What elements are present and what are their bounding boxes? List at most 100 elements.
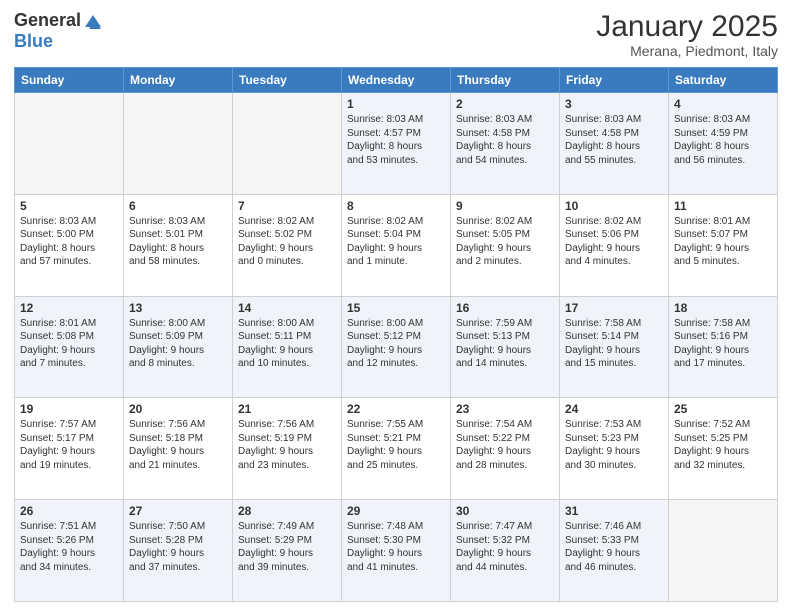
day-info: Sunrise: 8:03 AM Sunset: 4:58 PM Dayligh…: [456, 113, 554, 167]
day-number: 10: [565, 199, 663, 213]
day-info: Sunrise: 8:03 AM Sunset: 5:00 PM Dayligh…: [20, 215, 118, 269]
calendar-row-3: 19 Sunrise: 7:57 AM Sunset: 5:17 PM Dayli…: [15, 398, 778, 500]
day-number: 12: [20, 301, 118, 315]
calendar-cell: 5 Sunrise: 8:03 AM Sunset: 5:00 PM Daylig…: [15, 194, 124, 296]
calendar-cell: [669, 500, 778, 602]
day-info: Sunrise: 7:59 AM Sunset: 5:13 PM Dayligh…: [456, 317, 554, 371]
day-number: 15: [347, 301, 445, 315]
day-number: 20: [129, 402, 227, 416]
day-number: 26: [20, 504, 118, 518]
day-number: 14: [238, 301, 336, 315]
weekday-header-sunday: Sunday: [15, 68, 124, 93]
weekday-header-saturday: Saturday: [669, 68, 778, 93]
day-info: Sunrise: 8:03 AM Sunset: 4:59 PM Dayligh…: [674, 113, 772, 167]
calendar-cell: 10Sunrise: 8:02 AM Sunset: 5:06 PM Dayli…: [560, 194, 669, 296]
day-info: Sunrise: 7:56 AM Sunset: 5:19 PM Dayligh…: [238, 418, 336, 472]
calendar-cell: [233, 93, 342, 195]
day-number: 13: [129, 301, 227, 315]
day-number: 27: [129, 504, 227, 518]
day-number: 16: [456, 301, 554, 315]
day-number: 17: [565, 301, 663, 315]
calendar-cell: 7 Sunrise: 8:02 AM Sunset: 5:02 PM Daylig…: [233, 194, 342, 296]
calendar-cell: 31Sunrise: 7:46 AM Sunset: 5:33 PM Dayli…: [560, 500, 669, 602]
calendar-row-4: 26Sunrise: 7:51 AM Sunset: 5:26 PM Dayli…: [15, 500, 778, 602]
day-info: Sunrise: 7:57 AM Sunset: 5:17 PM Dayligh…: [20, 418, 118, 472]
calendar-cell: 25Sunrise: 7:52 AM Sunset: 5:25 PM Dayli…: [669, 398, 778, 500]
day-number: 2: [456, 97, 554, 111]
calendar-cell: 6 Sunrise: 8:03 AM Sunset: 5:01 PM Daylig…: [124, 194, 233, 296]
day-info: Sunrise: 8:02 AM Sunset: 5:02 PM Dayligh…: [238, 215, 336, 269]
day-info: Sunrise: 7:58 AM Sunset: 5:14 PM Dayligh…: [565, 317, 663, 371]
calendar-cell: 21 Sunrise: 7:56 AM Sunset: 5:19 PM Dayli…: [233, 398, 342, 500]
day-info: Sunrise: 7:53 AM Sunset: 5:23 PM Dayligh…: [565, 418, 663, 472]
calendar-cell: 18Sunrise: 7:58 AM Sunset: 5:16 PM Dayli…: [669, 296, 778, 398]
calendar-cell: [124, 93, 233, 195]
day-number: 21: [238, 402, 336, 416]
day-number: 1: [347, 97, 445, 111]
month-title: January 2025: [596, 10, 778, 43]
calendar-cell: 24 Sunrise: 7:53 AM Sunset: 5:23 PM Dayli…: [560, 398, 669, 500]
calendar-table: SundayMondayTuesdayWednesdayThursdayFrid…: [14, 67, 778, 602]
day-number: 4: [674, 97, 772, 111]
logo-general-text: General: [14, 10, 81, 31]
day-info: Sunrise: 8:03 AM Sunset: 5:01 PM Dayligh…: [129, 215, 227, 269]
day-info: Sunrise: 7:48 AM Sunset: 5:30 PM Dayligh…: [347, 520, 445, 574]
logo: General Blue: [14, 10, 103, 52]
day-number: 5: [20, 199, 118, 213]
day-number: 25: [674, 402, 772, 416]
calendar-row-1: 5 Sunrise: 8:03 AM Sunset: 5:00 PM Daylig…: [15, 194, 778, 296]
logo-icon: [83, 11, 103, 31]
day-number: 6: [129, 199, 227, 213]
calendar-cell: 22Sunrise: 7:55 AM Sunset: 5:21 PM Dayli…: [342, 398, 451, 500]
day-info: Sunrise: 7:56 AM Sunset: 5:18 PM Dayligh…: [129, 418, 227, 472]
day-number: 19: [20, 402, 118, 416]
calendar-cell: 23 Sunrise: 7:54 AM Sunset: 5:22 PM Dayli…: [451, 398, 560, 500]
calendar-cell: 19 Sunrise: 7:57 AM Sunset: 5:17 PM Dayli…: [15, 398, 124, 500]
day-info: Sunrise: 7:47 AM Sunset: 5:32 PM Dayligh…: [456, 520, 554, 574]
day-info: Sunrise: 8:00 AM Sunset: 5:12 PM Dayligh…: [347, 317, 445, 371]
weekday-header-wednesday: Wednesday: [342, 68, 451, 93]
day-number: 9: [456, 199, 554, 213]
calendar-cell: 9 Sunrise: 8:02 AM Sunset: 5:05 PM Daylig…: [451, 194, 560, 296]
day-number: 8: [347, 199, 445, 213]
weekday-header-monday: Monday: [124, 68, 233, 93]
day-number: 11: [674, 199, 772, 213]
calendar-cell: 12 Sunrise: 8:01 AM Sunset: 5:08 PM Dayli…: [15, 296, 124, 398]
day-info: Sunrise: 8:00 AM Sunset: 5:09 PM Dayligh…: [129, 317, 227, 371]
calendar-cell: [15, 93, 124, 195]
calendar-cell: 13 Sunrise: 8:00 AM Sunset: 5:09 PM Dayli…: [124, 296, 233, 398]
calendar-cell: 14 Sunrise: 8:00 AM Sunset: 5:11 PM Dayli…: [233, 296, 342, 398]
day-info: Sunrise: 8:02 AM Sunset: 5:05 PM Dayligh…: [456, 215, 554, 269]
calendar-cell: 30Sunrise: 7:47 AM Sunset: 5:32 PM Dayli…: [451, 500, 560, 602]
calendar-cell: 29Sunrise: 7:48 AM Sunset: 5:30 PM Dayli…: [342, 500, 451, 602]
day-number: 23: [456, 402, 554, 416]
calendar-cell: 15 Sunrise: 8:00 AM Sunset: 5:12 PM Dayli…: [342, 296, 451, 398]
day-number: 7: [238, 199, 336, 213]
day-info: Sunrise: 8:01 AM Sunset: 5:08 PM Dayligh…: [20, 317, 118, 371]
weekday-header-thursday: Thursday: [451, 68, 560, 93]
calendar-cell: 17 Sunrise: 7:58 AM Sunset: 5:14 PM Dayli…: [560, 296, 669, 398]
calendar-cell: 2 Sunrise: 8:03 AM Sunset: 4:58 PM Daylig…: [451, 93, 560, 195]
day-info: Sunrise: 7:50 AM Sunset: 5:28 PM Dayligh…: [129, 520, 227, 574]
page: General Blue January 2025 Merana, Piedmo…: [0, 0, 792, 612]
header-right: January 2025 Merana, Piedmont, Italy: [596, 10, 778, 59]
calendar-cell: 3Sunrise: 8:03 AM Sunset: 4:58 PM Daylig…: [560, 93, 669, 195]
calendar-cell: 20 Sunrise: 7:56 AM Sunset: 5:18 PM Dayli…: [124, 398, 233, 500]
logo-blue-text: Blue: [14, 31, 53, 52]
calendar-cell: 1 Sunrise: 8:03 AM Sunset: 4:57 PM Daylig…: [342, 93, 451, 195]
day-number: 24: [565, 402, 663, 416]
weekday-header-friday: Friday: [560, 68, 669, 93]
calendar-cell: 27 Sunrise: 7:50 AM Sunset: 5:28 PM Dayli…: [124, 500, 233, 602]
day-info: Sunrise: 8:02 AM Sunset: 5:04 PM Dayligh…: [347, 215, 445, 269]
day-number: 28: [238, 504, 336, 518]
day-info: Sunrise: 7:54 AM Sunset: 5:22 PM Dayligh…: [456, 418, 554, 472]
calendar-row-0: 1 Sunrise: 8:03 AM Sunset: 4:57 PM Daylig…: [15, 93, 778, 195]
day-number: 3: [565, 97, 663, 111]
day-info: Sunrise: 8:00 AM Sunset: 5:11 PM Dayligh…: [238, 317, 336, 371]
day-info: Sunrise: 7:58 AM Sunset: 5:16 PM Dayligh…: [674, 317, 772, 371]
calendar-cell: 4 Sunrise: 8:03 AM Sunset: 4:59 PM Daylig…: [669, 93, 778, 195]
day-info: Sunrise: 8:03 AM Sunset: 4:57 PM Dayligh…: [347, 113, 445, 167]
day-number: 22: [347, 402, 445, 416]
weekday-header-tuesday: Tuesday: [233, 68, 342, 93]
location-title: Merana, Piedmont, Italy: [596, 43, 778, 59]
